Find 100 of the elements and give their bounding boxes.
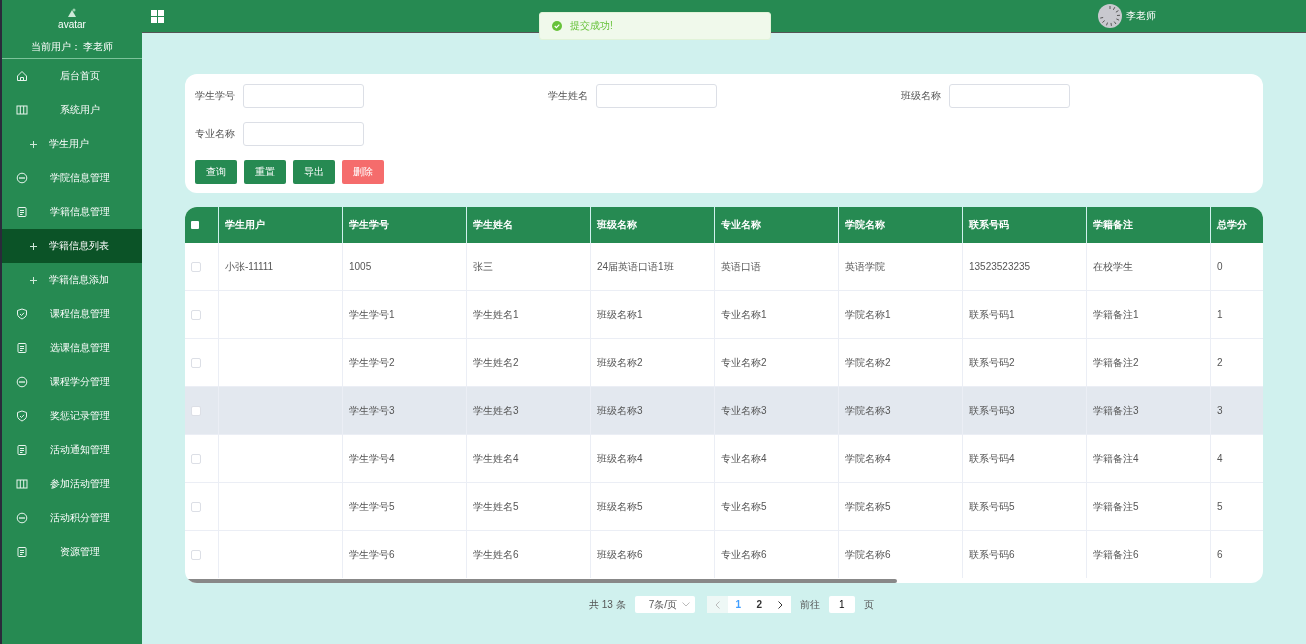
table-cell: 学籍备注3 [1093, 404, 1139, 416]
table-cell: 专业名称6 [721, 548, 767, 560]
page-number[interactable]: 2 [748, 596, 770, 613]
row-checkbox[interactable] [191, 453, 201, 464]
row-checkbox[interactable] [191, 261, 201, 272]
table-cell: 学籍备注2 [1093, 356, 1139, 368]
row-checkbox[interactable] [191, 405, 201, 416]
columns-icon [16, 478, 28, 490]
table-cell: 联系号码2 [969, 356, 1015, 368]
row-checkbox[interactable] [191, 357, 201, 368]
table-cell: 联系号码3 [969, 404, 1015, 416]
table-cell: 2 [1217, 357, 1223, 368]
table-cell: 学生姓名4 [473, 452, 519, 464]
plus-icon [30, 276, 37, 284]
table-cell: 联系号码1 [969, 308, 1015, 320]
action-button[interactable]: 查询 [195, 160, 237, 184]
field-label: 专业名称 [195, 127, 235, 141]
column-header: 专业名称 [714, 207, 839, 243]
column-header: 学院名称 [838, 207, 963, 243]
field-label: 学生学号 [195, 89, 235, 103]
row-checkbox[interactable] [191, 309, 201, 320]
table-cell: 联系号码6 [969, 548, 1015, 560]
table-cell: 学院名称5 [845, 500, 891, 512]
table-cell: 学生学号1 [349, 308, 395, 320]
input-field[interactable] [949, 84, 1070, 108]
document-icon [16, 546, 28, 558]
table-cell: 班级名称4 [597, 452, 643, 464]
goto-page-input[interactable]: 1 [828, 596, 855, 613]
sidebar-item[interactable]: 选课信息管理 [2, 331, 142, 365]
sidebar-item[interactable]: 学院信息管理 [2, 161, 142, 195]
column-header: 班级名称 [590, 207, 715, 243]
avatar-alt-text: avatar [58, 18, 86, 30]
row-checkbox[interactable] [191, 501, 201, 512]
table-cell: 学院名称3 [845, 404, 891, 416]
table-cell: 专业名称3 [721, 404, 767, 416]
sidebar-item[interactable]: 资源管理 [2, 535, 142, 569]
sidebar-item[interactable]: 系统用户 [2, 93, 142, 127]
input-field[interactable] [243, 84, 364, 108]
user-avatar-icon[interactable] [1098, 4, 1122, 28]
input-field[interactable] [596, 84, 717, 108]
page-size-select[interactable]: 7条/页 [634, 596, 695, 613]
table-cell: 英语口语 [721, 260, 761, 272]
sidebar-item[interactable]: 学生用户 [2, 127, 142, 161]
page-suffix: 页 [863, 597, 874, 612]
shield-check-icon [16, 308, 28, 320]
delete-button[interactable]: 删除 [342, 160, 384, 184]
columns-icon [16, 104, 28, 116]
table-cell: 小张-11111 [225, 260, 274, 272]
table-cell: 学籍备注6 [1093, 548, 1139, 560]
action-button[interactable]: 重置 [244, 160, 286, 184]
table-cell: 5 [1217, 501, 1223, 512]
table-cell: 班级名称5 [597, 500, 643, 512]
table-cell: 张三 [473, 260, 493, 272]
table-cell: 班级名称3 [597, 404, 643, 416]
table-cell: 1 [1217, 309, 1223, 320]
next-page-button[interactable] [769, 596, 791, 613]
table-cell: 学生姓名1 [473, 308, 519, 320]
chevron-down-icon [681, 602, 690, 607]
table-cell: 4 [1217, 453, 1223, 464]
table-cell: 学生学号4 [349, 452, 395, 464]
table-cell: 联系号码4 [969, 452, 1015, 464]
sidebar-item[interactable]: 课程学分管理 [2, 365, 142, 399]
table-cell: 学生姓名3 [473, 404, 519, 416]
sidebar-item[interactable]: 奖惩记录管理 [2, 399, 142, 433]
input-field[interactable] [243, 122, 364, 146]
document-icon [16, 206, 28, 218]
table-cell: 学生学号6 [349, 548, 395, 560]
sidebar-item[interactable]: 学籍信息添加 [2, 263, 142, 297]
sidebar-item[interactable]: 参加活动管理 [2, 467, 142, 501]
table-cell: 学籍备注4 [1093, 452, 1139, 464]
table-cell: 班级名称1 [597, 308, 643, 320]
column-header: 学生学号 [342, 207, 467, 243]
page-number[interactable]: 1 [727, 596, 749, 613]
sidebar-item[interactable]: 学籍信息列表 [2, 229, 142, 263]
chevron-left-icon [714, 600, 720, 609]
shield-check-icon [16, 410, 28, 422]
sidebar-item[interactable]: 活动积分管理 [2, 501, 142, 535]
row-checkbox[interactable] [191, 549, 201, 560]
goto-label: 前往 [799, 597, 820, 612]
grid-menu-icon[interactable] [151, 9, 164, 23]
document-icon [16, 444, 28, 456]
sidebar-item[interactable]: 活动通知管理 [2, 433, 142, 467]
table-cell: 0 [1217, 261, 1223, 272]
table-cell: 学生姓名2 [473, 356, 519, 368]
table-cell: 在校学生 [1093, 260, 1133, 272]
sidebar-item[interactable]: 学籍信息管理 [2, 195, 142, 229]
action-button[interactable]: 导出 [293, 160, 335, 184]
table-cell: 班级名称2 [597, 356, 643, 368]
chevron-right-icon [777, 600, 783, 609]
table-cell: 专业名称4 [721, 452, 767, 464]
select-all-checkbox[interactable] [191, 221, 199, 229]
previous-page-button[interactable] [706, 596, 728, 613]
user-name[interactable]: 李老师 [1126, 9, 1156, 23]
sidebar-item[interactable]: 课程信息管理 [2, 297, 142, 331]
table-cell: 专业名称5 [721, 500, 767, 512]
toast-message: 提交成功! [570, 19, 613, 33]
table-cell: 学生学号2 [349, 356, 395, 368]
table-cell: 班级名称6 [597, 548, 643, 560]
sidebar-item[interactable]: 后台首页 [2, 59, 142, 93]
table-cell: 学籍备注5 [1093, 500, 1139, 512]
